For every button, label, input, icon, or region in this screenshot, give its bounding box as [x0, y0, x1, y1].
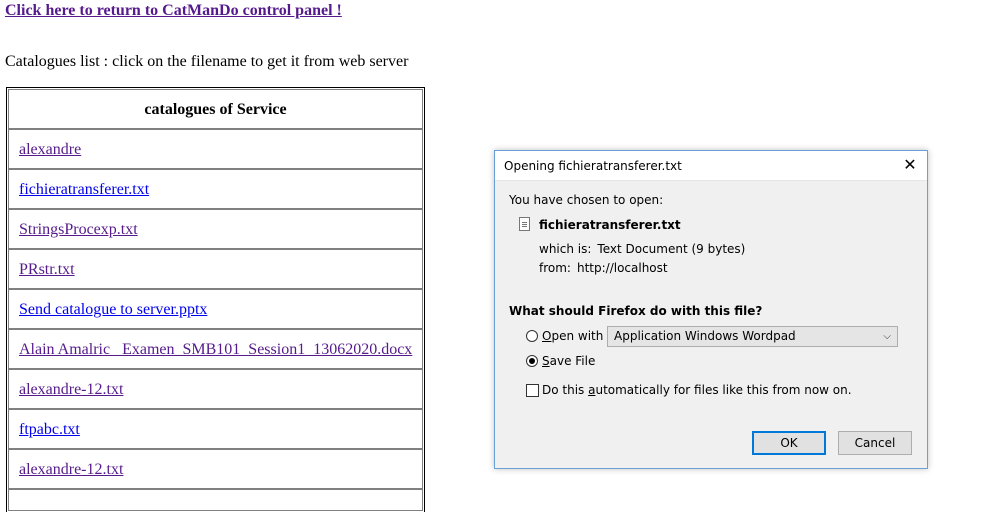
table-row: alexandre-12.txt [8, 369, 423, 409]
save-file-accesskey: S [542, 354, 550, 368]
save-file-radio[interactable] [526, 355, 538, 367]
chosen-label: You have chosen to open: [509, 193, 664, 207]
open-file-dialog: Opening fichieratransferer.txt ✕ You hav… [494, 150, 928, 469]
application-select[interactable]: Application Windows Wordpad ⌵ [607, 326, 898, 347]
table-row: Alain Amalric _Examen_SMB101_Session1_13… [8, 329, 423, 369]
save-file-text: ave File [549, 354, 596, 368]
auto-action-label[interactable]: Do this automatically for files like thi… [542, 383, 852, 397]
catalogue-link[interactable]: StringsProcexp.txt [19, 221, 138, 238]
catalogues-intro-text: Catalogues list : click on the filename … [5, 53, 409, 70]
action-question: What should Firefox do with this file? [509, 304, 763, 318]
application-select-value: Application Windows Wordpad [614, 329, 796, 343]
open-with-text: pen with [551, 329, 604, 343]
table-row-empty [8, 489, 423, 511]
catalogue-link[interactable]: ftpabc.txt [19, 421, 80, 438]
table-row: alexandre-12.txt [8, 449, 423, 489]
catalogue-link[interactable]: alexandre [19, 141, 81, 158]
catalogue-link[interactable]: fichieratransferer.txt [19, 181, 149, 198]
file-name: fichieratransferer.txt [539, 218, 681, 232]
open-with-label[interactable]: Open with [542, 329, 603, 343]
text-file-icon [519, 217, 530, 231]
catalogue-link[interactable]: alexandre-12.txt [19, 381, 123, 398]
catalogue-link[interactable]: Alain Amalric _Examen_SMB101_Session1_13… [19, 341, 412, 358]
file-source-value: http://localhost [576, 261, 668, 275]
table-row: ftpabc.txt [8, 409, 423, 449]
catalogue-link[interactable]: Send catalogue to server.pptx [19, 301, 207, 318]
catalogue-link[interactable]: alexandre-12.txt [19, 461, 123, 478]
auto-action-text-rest: utomatically for files like this from no… [595, 383, 852, 397]
return-control-panel-link[interactable]: Click here to return to CatManDo control… [5, 2, 342, 20]
table-row: Send catalogue to server.pptx [8, 289, 423, 329]
file-source-line: from: http://localhost [539, 261, 668, 275]
from-label: from: [539, 261, 571, 275]
dialog-titlebar: Opening fichieratransferer.txt ✕ [495, 151, 927, 181]
which-is-label: which is: [539, 242, 592, 256]
file-type-value: Text Document (9 bytes) [597, 242, 746, 256]
dialog-title: Opening fichieratransferer.txt [504, 159, 682, 173]
table-row: StringsProcexp.txt [8, 209, 423, 249]
auto-action-checkbox[interactable] [526, 384, 539, 397]
table-header: catalogues of Service [8, 89, 423, 129]
cancel-button[interactable]: Cancel [838, 431, 912, 455]
save-file-label[interactable]: Save File [542, 354, 595, 368]
ok-button[interactable]: OK [752, 431, 826, 455]
file-type-line: which is: Text Document (9 bytes) [539, 242, 745, 256]
open-with-radio[interactable] [526, 330, 538, 342]
table-row: PRstr.txt [8, 249, 423, 289]
table-row: alexandre [8, 129, 423, 169]
catalogues-table: catalogues of Service alexandre fichiera… [6, 87, 425, 512]
table-row: fichieratransferer.txt [8, 169, 423, 209]
auto-action-text-pre: Do this [542, 383, 589, 397]
catalogue-link[interactable]: PRstr.txt [19, 261, 75, 278]
close-icon[interactable]: ✕ [901, 155, 919, 174]
chevron-down-icon: ⌵ [883, 331, 891, 342]
